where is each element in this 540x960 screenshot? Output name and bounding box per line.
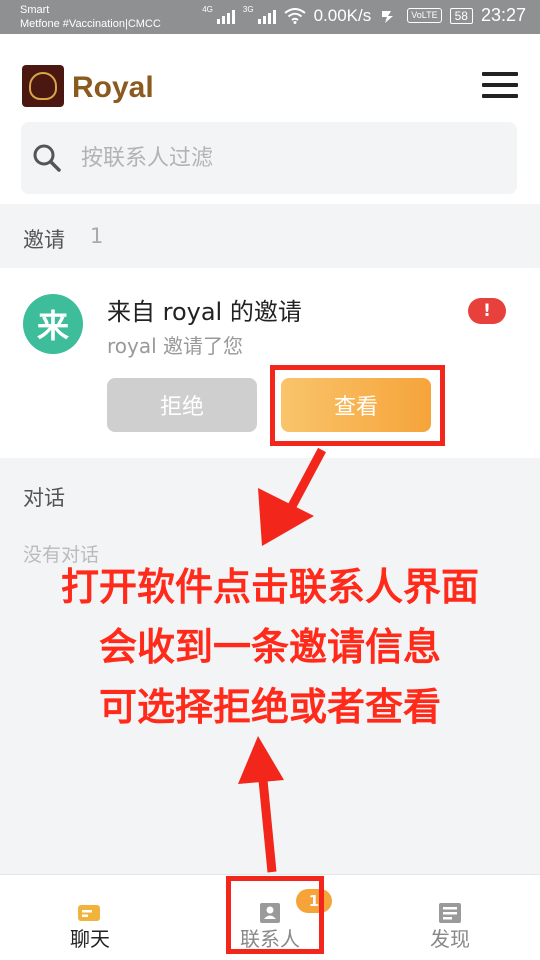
- highlight-contacts-tab: [226, 876, 324, 954]
- menu-icon[interactable]: [482, 72, 518, 98]
- signal-icon: [216, 8, 235, 24]
- annotation-line-3: 可选择拒绝或者查看: [98, 685, 441, 729]
- search-icon: [33, 144, 61, 172]
- tab-chat-label: 聊天: [70, 927, 110, 951]
- invites-label: 邀请: [23, 228, 65, 252]
- notification-icon: [382, 10, 394, 23]
- app-logo: [22, 65, 64, 107]
- invites-section-header: 邀请 1: [0, 204, 540, 268]
- alert-badge: !: [468, 298, 506, 324]
- invites-count: 1: [90, 224, 104, 248]
- highlight-view-button: [270, 365, 445, 446]
- app-title: Royal: [72, 71, 154, 104]
- battery-icon: 58: [449, 7, 473, 24]
- wifi-icon: [283, 7, 306, 24]
- carrier-info: Smart Metfone #Vaccination|CMCC: [20, 3, 161, 31]
- network-type-1: 4G: [202, 5, 213, 14]
- conversations-label: 对话: [23, 486, 65, 510]
- net-speed: 0.00K/s: [313, 5, 372, 25]
- avatar: 来: [23, 294, 83, 354]
- tab-chat[interactable]: 聊天: [0, 875, 180, 960]
- signal-icon-2: [257, 8, 276, 24]
- app-header: Royal: [0, 34, 540, 204]
- conversations-section-header: 对话: [0, 458, 540, 526]
- annotation-line-2: 会收到一条邀请信息: [98, 625, 441, 669]
- search-bar[interactable]: [21, 122, 517, 194]
- carrier-name: Smart: [20, 4, 50, 16]
- reject-button[interactable]: 拒绝: [107, 378, 257, 432]
- discover-icon: [439, 903, 461, 923]
- volte-badge: VoLTE: [407, 8, 442, 23]
- tab-discover-label: 发现: [430, 927, 470, 951]
- invite-subtitle: royal 邀请了您: [107, 334, 244, 358]
- clock: 23:27: [480, 5, 526, 25]
- search-input[interactable]: [81, 136, 501, 180]
- tab-discover[interactable]: 发现: [360, 875, 540, 960]
- invite-title: 来自 royal 的邀请: [107, 298, 302, 326]
- network-type-2: 3G: [242, 5, 254, 14]
- carrier-network: Metfone #Vaccination|CMCC: [20, 18, 161, 30]
- status-bar: Smart Metfone #Vaccination|CMCC 4G 3G 0.…: [0, 0, 540, 34]
- chat-icon: [78, 905, 100, 921]
- status-icons: 4G 3G 0.00K/s VoLTE 58 23:27: [202, 5, 526, 26]
- annotation-line-1: 打开软件点击联系人界面: [60, 565, 479, 609]
